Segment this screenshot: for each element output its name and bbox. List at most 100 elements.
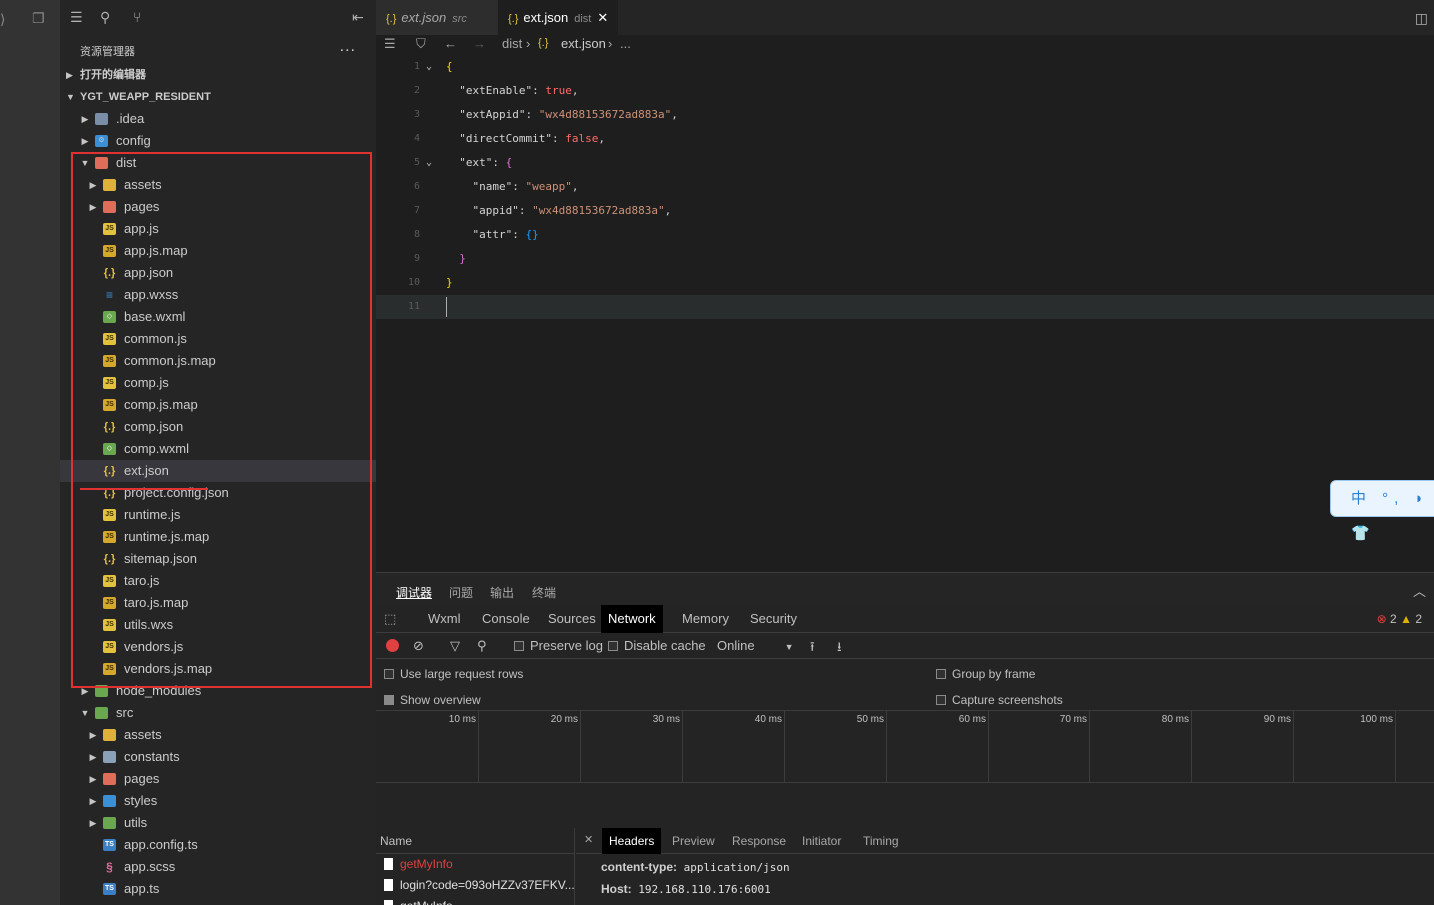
code-line[interactable]: 5 ⌄ "ext": { bbox=[376, 151, 1434, 175]
tree-item[interactable]: TS app.ts bbox=[60, 878, 376, 900]
collapse-icon[interactable]: ⟩ bbox=[0, 11, 5, 28]
tree-item[interactable]: {.} sitemap.json bbox=[60, 548, 376, 570]
chevron-down-icon[interactable]: ▼ bbox=[80, 702, 90, 724]
tab-initiator[interactable]: Initiator bbox=[795, 828, 848, 854]
tree-item[interactable]: JS runtime.js bbox=[60, 504, 376, 526]
disable-cache-checkbox[interactable]: Disable cache bbox=[608, 638, 706, 653]
tab-timing[interactable]: Timing bbox=[856, 828, 906, 854]
back-arrow-icon[interactable]: ← bbox=[444, 36, 457, 51]
tree-item[interactable]: JS common.js bbox=[60, 328, 376, 350]
code-line[interactable]: 9 } bbox=[376, 247, 1434, 271]
chevron-right-icon[interactable]: ▶ bbox=[88, 724, 98, 746]
request-row[interactable]: getMyInfo bbox=[376, 896, 574, 905]
tree-item[interactable]: ▶ styles bbox=[60, 790, 376, 812]
tab-network[interactable]: Network bbox=[601, 605, 663, 633]
capture-screenshots-checkbox[interactable]: Capture screenshots bbox=[936, 693, 1063, 707]
issue-counts[interactable]: ⊗ 2 ▲ 2 bbox=[1377, 612, 1422, 626]
import-har-icon[interactable]: ⭱ bbox=[810, 638, 815, 660]
code-line[interactable]: 7 "appid": "wx4d88153672ad883a", bbox=[376, 199, 1434, 223]
tree-item[interactable]: ≡ app.wxss bbox=[60, 284, 376, 306]
tree-item[interactable]: JS app.js.map bbox=[60, 240, 376, 262]
split-editor-icon[interactable]: ◫ bbox=[1415, 10, 1428, 27]
tree-item[interactable]: JS comp.js bbox=[60, 372, 376, 394]
code-line[interactable]: 2 "extEnable": true, bbox=[376, 79, 1434, 103]
tree-item[interactable]: {.} app.json bbox=[60, 262, 376, 284]
inspect-element-icon[interactable]: ⬚ bbox=[384, 611, 396, 627]
tree-item[interactable]: ▶ .idea bbox=[60, 108, 376, 130]
throttle-select[interactable]: Online ▼ bbox=[717, 638, 794, 653]
chevron-right-icon[interactable]: ▶ bbox=[88, 174, 98, 196]
more-actions-icon[interactable]: ... bbox=[340, 38, 356, 56]
chevron-right-icon[interactable]: ▶ bbox=[80, 130, 90, 152]
tab-output[interactable]: 输出 bbox=[490, 584, 514, 601]
tab-response[interactable]: Response bbox=[725, 828, 793, 854]
show-overview-checkbox[interactable]: Show overview bbox=[384, 693, 481, 707]
tab-console[interactable]: Console bbox=[475, 605, 537, 633]
tree-item[interactable]: ▶ assets bbox=[60, 724, 376, 746]
tree-item[interactable]: ▶ assets bbox=[60, 174, 376, 196]
outline-icon[interactable]: ☰ bbox=[384, 36, 396, 52]
tab-sources[interactable]: Sources bbox=[541, 605, 603, 633]
tree-item[interactable]: JS vendors.js bbox=[60, 636, 376, 658]
tree-item[interactable]: ◇ comp.wxml bbox=[60, 438, 376, 460]
source-control-icon[interactable]: ⑂ bbox=[133, 9, 141, 25]
request-row[interactable]: getMyInfo bbox=[376, 854, 574, 875]
tab-terminal[interactable]: 终端 bbox=[532, 584, 556, 601]
tree-item[interactable]: § app.scss bbox=[60, 856, 376, 878]
tab-preview[interactable]: Preview bbox=[665, 828, 722, 854]
chevron-right-icon[interactable]: ▶ bbox=[88, 196, 98, 218]
forward-arrow-icon[interactable]: → bbox=[473, 36, 486, 51]
group-by-frame-checkbox[interactable]: Group by frame bbox=[936, 667, 1035, 681]
close-icon[interactable]: ✕ bbox=[584, 833, 593, 846]
ime-status-widget[interactable]: 中 °, ◗ 👕 bbox=[1330, 480, 1434, 542]
search-icon[interactable]: ⚲ bbox=[100, 9, 110, 26]
chevron-up-icon[interactable]: ︿ bbox=[1413, 581, 1426, 600]
tree-item[interactable]: JS common.js.map bbox=[60, 350, 376, 372]
chevron-right-icon[interactable]: ▶ bbox=[88, 746, 98, 768]
request-row[interactable]: login?code=093oHZZv37EFKV... bbox=[376, 875, 574, 896]
tree-item[interactable]: JS utils.wxs bbox=[60, 614, 376, 636]
tree-item[interactable]: JS taro.js bbox=[60, 570, 376, 592]
close-icon[interactable]: ✕ bbox=[597, 10, 608, 25]
tree-item[interactable]: JS taro.js.map bbox=[60, 592, 376, 614]
tab-headers[interactable]: Headers bbox=[602, 828, 662, 854]
preserve-log-checkbox[interactable]: Preserve log bbox=[514, 638, 603, 653]
code-line[interactable]: 11 bbox=[376, 295, 1434, 319]
tab-debugger[interactable]: 调试器 bbox=[396, 584, 432, 601]
project-section[interactable]: ▼ YGT_WEAPP_RESIDENT bbox=[60, 86, 376, 108]
tree-item[interactable]: {.} comp.json bbox=[60, 416, 376, 438]
network-overview-timeline[interactable]: 10 ms 20 ms 30 ms 40 ms 50 ms 60 ms 70 ms 80 ms… bbox=[376, 711, 1434, 783]
chevron-right-icon[interactable]: ▶ bbox=[80, 680, 90, 702]
chevron-right-icon[interactable]: ▶ bbox=[88, 768, 98, 790]
tab-security[interactable]: Security bbox=[743, 605, 804, 633]
tree-item[interactable]: JS app.js bbox=[60, 218, 376, 240]
breadcrumb-file[interactable]: ext.json bbox=[561, 36, 606, 51]
tab-wxml[interactable]: Wxml bbox=[421, 605, 468, 633]
fold-chevron-icon[interactable]: ⌄ bbox=[426, 151, 432, 175]
tree-item[interactable]: JS runtime.js.map bbox=[60, 526, 376, 548]
breadcrumb-rest[interactable]: ... bbox=[620, 36, 631, 51]
tree-item[interactable]: ◇ base.wxml bbox=[60, 306, 376, 328]
bookmark-icon[interactable]: ⛉ bbox=[416, 36, 426, 52]
export-har-icon[interactable]: ⭳ bbox=[837, 638, 842, 660]
tree-item[interactable]: ▶ pages bbox=[60, 768, 376, 790]
code-line[interactable]: 6 "name": "weapp", bbox=[376, 175, 1434, 199]
collapse-sidebar-icon[interactable]: ⇤ bbox=[352, 9, 364, 26]
open-editors-section[interactable]: ▶ 打开的编辑器 bbox=[60, 64, 376, 86]
filter-icon[interactable]: ▽ bbox=[450, 638, 460, 654]
fold-chevron-icon[interactable]: ⌄ bbox=[426, 55, 432, 79]
clear-icon[interactable]: ⊘ bbox=[413, 638, 424, 654]
tree-item[interactable]: TS app.config.ts bbox=[60, 834, 376, 856]
code-line[interactable]: 8 "attr": {} bbox=[376, 223, 1434, 247]
tree-item[interactable]: ▶ ⚙ config bbox=[60, 130, 376, 152]
tab-ext-json-dist[interactable]: {.} ext.json dist ✕ bbox=[498, 0, 619, 35]
chevron-right-icon[interactable]: ▶ bbox=[88, 812, 98, 834]
chevron-right-icon[interactable]: ▶ bbox=[88, 790, 98, 812]
tree-item[interactable]: ▼ src bbox=[60, 702, 376, 724]
code-line[interactable]: 10} bbox=[376, 271, 1434, 295]
list-icon[interactable]: ☰ bbox=[70, 9, 83, 26]
code-line[interactable]: 3 "extAppid": "wx4d88153672ad883a", bbox=[376, 103, 1434, 127]
copy-window-icon[interactable]: ❐ bbox=[32, 10, 45, 27]
tab-ext-json-src[interactable]: {.} ext.json src bbox=[376, 0, 498, 35]
code-line[interactable]: 1 ⌄ { bbox=[376, 55, 1434, 79]
